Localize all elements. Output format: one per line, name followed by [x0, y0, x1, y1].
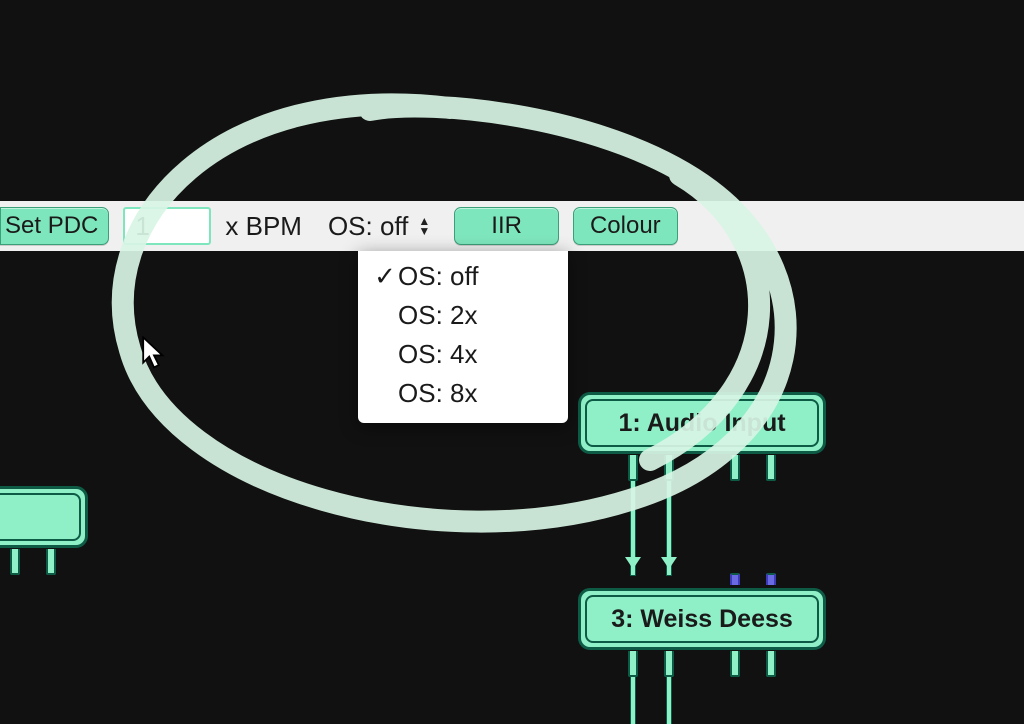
node-port[interactable] [10, 549, 20, 575]
os-option-label: OS: off [398, 261, 478, 292]
node-port[interactable] [766, 651, 776, 677]
oversampling-select[interactable]: OS: off ▲▼ [320, 206, 440, 246]
node-port[interactable] [730, 455, 740, 481]
node-port[interactable] [766, 573, 776, 585]
bpm-label: x BPM [225, 211, 302, 242]
patch-wire [631, 677, 635, 724]
graph-node-weiss-deess[interactable]: 3: Weiss Deess [578, 588, 826, 650]
node-port[interactable] [664, 651, 674, 677]
os-option-off[interactable]: ✓ OS: off [358, 257, 568, 296]
bpm-multiplier-input[interactable]: 1 [123, 207, 211, 245]
check-icon: ✓ [372, 261, 398, 292]
graph-node-partial[interactable] [0, 486, 88, 548]
cursor-icon [142, 336, 166, 370]
graph-node-label: 1: Audio Input [585, 399, 819, 447]
patch-wire [631, 481, 635, 575]
node-port[interactable] [766, 455, 776, 481]
colour-button[interactable]: Colour [573, 207, 678, 245]
os-option-8x[interactable]: OS: 8x [358, 374, 568, 413]
graph-node-label: 3: Weiss Deess [585, 595, 819, 643]
node-port[interactable] [628, 651, 638, 677]
select-spinner-icon: ▲▼ [418, 216, 430, 236]
os-option-label: OS: 4x [398, 339, 477, 370]
node-port[interactable] [730, 573, 740, 585]
os-option-4x[interactable]: OS: 4x [358, 335, 568, 374]
node-port[interactable] [46, 549, 56, 575]
graph-node-label [0, 493, 81, 541]
iir-button[interactable]: IIR [454, 207, 559, 245]
app-canvas: Set PDC 1 x BPM OS: off ▲▼ IIR Colour ✓ … [0, 0, 1024, 724]
patch-wire [667, 481, 671, 575]
node-port[interactable] [628, 455, 638, 481]
oversampling-selected-label: OS: off [328, 211, 408, 242]
toolbar: Set PDC 1 x BPM OS: off ▲▼ IIR Colour [0, 201, 1024, 251]
os-option-label: OS: 8x [398, 378, 477, 409]
os-option-label: OS: 2x [398, 300, 477, 331]
patch-wire [667, 677, 671, 724]
oversampling-dropdown: ✓ OS: off OS: 2x OS: 4x OS: 8x [358, 251, 568, 423]
node-port[interactable] [664, 455, 674, 481]
set-pdc-button[interactable]: Set PDC [0, 207, 109, 245]
os-option-2x[interactable]: OS: 2x [358, 296, 568, 335]
graph-node-audio-input[interactable]: 1: Audio Input [578, 392, 826, 454]
node-port[interactable] [730, 651, 740, 677]
